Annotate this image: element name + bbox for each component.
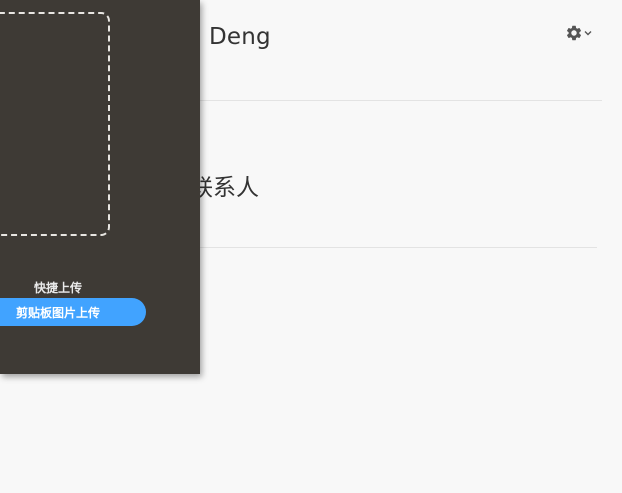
section-divider [200,247,597,248]
contacts-section-title: 联系人 [190,175,259,201]
chevron-down-icon [583,28,593,38]
user-name: Deng [209,24,271,50]
upload-popup-panel: 快捷上传 剪贴板图片上传 [0,0,200,374]
contact-page: Deng 联系人 快捷上传 剪贴板图片上传 [0,0,622,493]
quick-upload-label: 快捷上传 [33,281,82,295]
gear-icon [565,24,583,42]
image-drop-zone[interactable] [0,12,110,236]
settings-menu-button[interactable] [565,23,597,43]
header-divider [200,100,602,101]
clipboard-upload-button[interactable]: 剪贴板图片上传 [0,298,146,326]
